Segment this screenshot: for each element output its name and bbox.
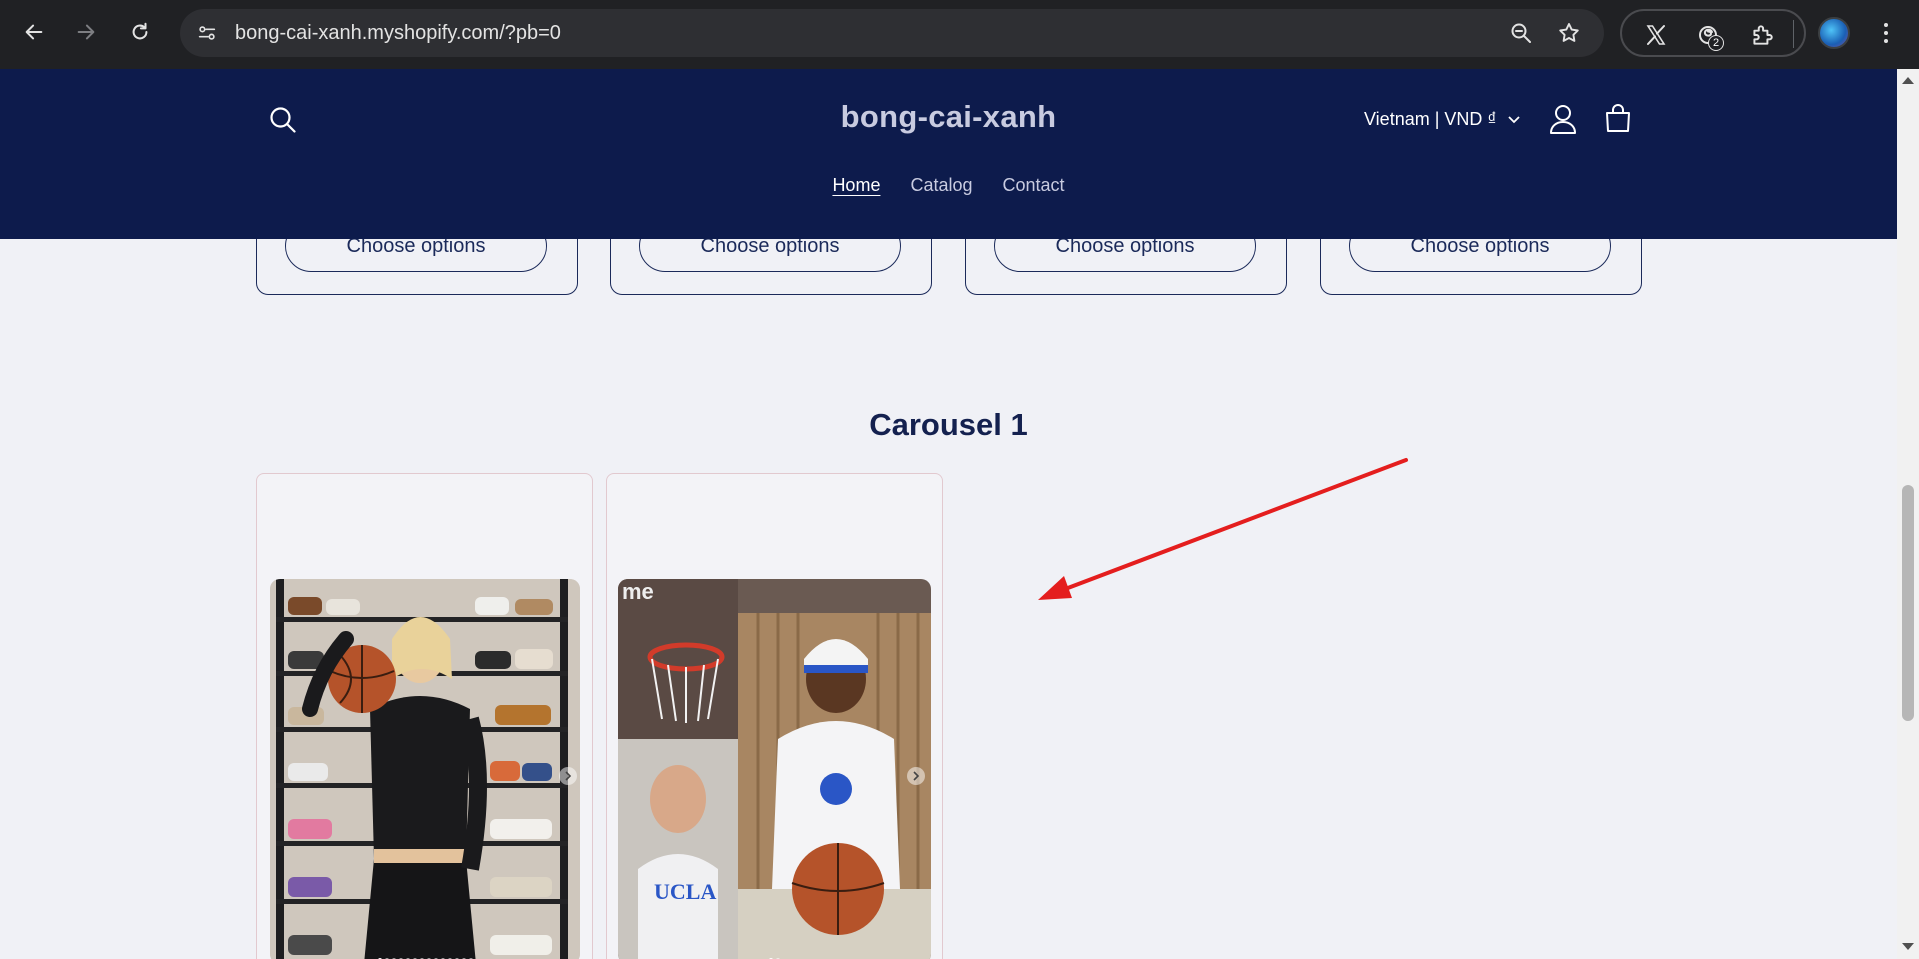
- toolbar-separator: [1793, 20, 1794, 48]
- annotation-arrow-icon: [1038, 458, 1408, 600]
- locale-label: Vietnam | VND ₫: [1364, 109, 1497, 129]
- bookmark-star-icon[interactable]: [1556, 20, 1582, 46]
- nav-item-catalog[interactable]: Catalog: [910, 175, 972, 196]
- carousel-next-icon[interactable]: [559, 767, 577, 785]
- cart-icon[interactable]: [1603, 103, 1633, 135]
- browser-menu-icon[interactable]: [1876, 17, 1896, 49]
- puzzle-extensions-icon[interactable]: [1748, 21, 1776, 49]
- collage-partial-text: me: [622, 579, 654, 604]
- address-bar[interactable]: bong-cai-xanh.myshopify.com/?pb=0: [180, 9, 1604, 57]
- account-icon[interactable]: [1548, 103, 1578, 135]
- reload-icon: [132, 22, 148, 40]
- browser-toolbar: bong-cai-xanh.myshopify.com/?pb=0 2: [0, 0, 1919, 69]
- nav-item-home[interactable]: Home: [832, 175, 880, 196]
- carousel-card[interactable]: [256, 473, 593, 959]
- extension-badge: 2: [1708, 35, 1724, 51]
- chevron-down-icon: [1508, 115, 1520, 123]
- profile-avatar[interactable]: [1818, 17, 1850, 49]
- reload-button[interactable]: [122, 14, 158, 50]
- main-nav: Home Catalog Contact: [0, 175, 1897, 196]
- carousel-next-icon[interactable]: [907, 767, 925, 785]
- x-extension-icon[interactable]: [1642, 21, 1670, 49]
- scroll-up-icon[interactable]: [1902, 77, 1914, 84]
- threads-extension-icon[interactable]: 2: [1694, 21, 1724, 51]
- forward-arrow-icon: [77, 24, 95, 40]
- back-arrow-icon: [25, 24, 43, 40]
- locale-selector[interactable]: Vietnam | VND ₫: [1364, 109, 1521, 130]
- extensions-group: 2: [1620, 9, 1806, 57]
- back-button[interactable]: [16, 14, 52, 50]
- store-header: bong-cai-xanh Vietnam | VND ₫ Home Catal…: [0, 69, 1897, 239]
- carousel-image-basketball-collage[interactable]: me UCLA: [618, 579, 931, 959]
- scroll-thumb[interactable]: [1902, 485, 1914, 721]
- carousel-card[interactable]: me UCLA: [606, 473, 943, 959]
- carousel-title: Carousel 1: [869, 407, 1028, 442]
- carousel-image-woman-with-basketball[interactable]: [270, 579, 580, 959]
- site-info-icon[interactable]: [194, 20, 220, 46]
- zoom-icon[interactable]: [1508, 20, 1534, 46]
- scroll-down-icon[interactable]: [1902, 943, 1914, 950]
- forward-button[interactable]: [68, 14, 104, 50]
- collage-shirt-text: UCLA: [654, 879, 716, 904]
- url-text[interactable]: bong-cai-xanh.myshopify.com/?pb=0: [235, 22, 561, 45]
- page-scrollbar[interactable]: [1897, 69, 1919, 959]
- nav-item-contact[interactable]: Contact: [1003, 175, 1065, 196]
